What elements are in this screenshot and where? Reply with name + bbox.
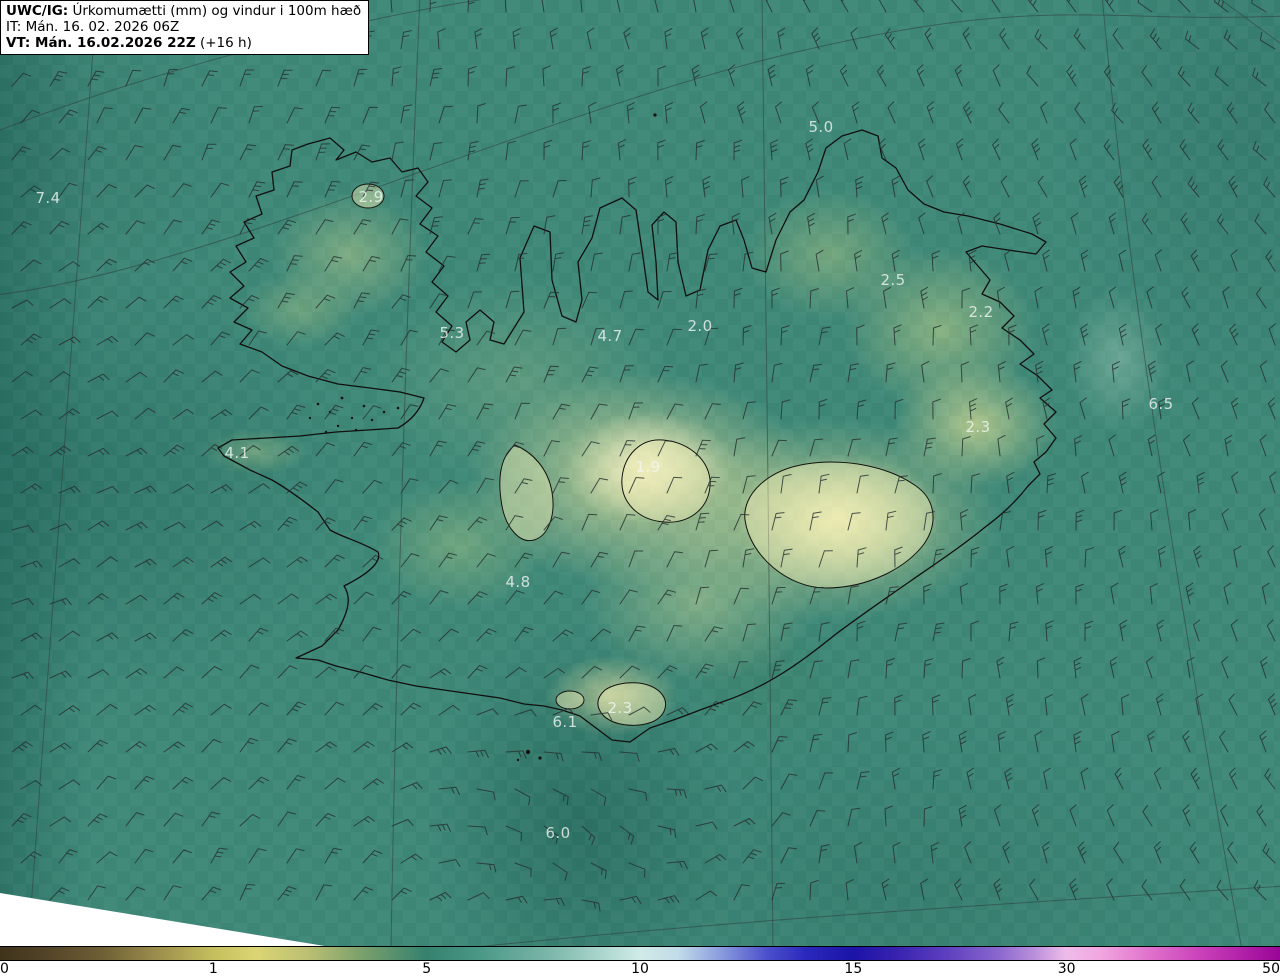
colorbar: 0 1 5 10 15 30 50 — [0, 946, 1280, 978]
colorbar-tick-label: 0 — [0, 961, 9, 977]
colorbar-tick-label: 10 — [631, 961, 649, 977]
iceland-coastline — [217, 129, 1057, 743]
valid-time-line: VT: Mán. 16.02.2026 22Z (+16 h) — [6, 35, 361, 51]
init-time-line: IT: Mán. 16. 02. 2026 06Z — [6, 19, 180, 35]
valid-time-bold: VT: Mán. 16.02.2026 22Z — [6, 35, 196, 51]
map-edge-cutout — [0, 893, 325, 946]
colorbar-gradient — [0, 946, 1280, 961]
title-box: UWC/IG: Úrkomumætti (mm) og vindur i 100… — [0, 0, 370, 55]
glacier-outline — [597, 682, 667, 726]
colorbar-ticks: 0 1 5 10 15 30 50 — [0, 961, 1280, 978]
colorbar-tick-label: 1 — [208, 961, 218, 977]
weather-map: 7.4 2.9 5.0 2.5 2.2 5.3 4.7 2.0 6.5 2.3 4.1 1.9 4.8 2… — [0, 0, 1280, 946]
valid-time-suffix: (+16 h) — [195, 35, 252, 51]
glacier-outline — [621, 439, 711, 523]
product-title-line: UWC/IG: Úrkomumætti (mm) og vindur i 100… — [6, 3, 361, 19]
islands — [308, 113, 657, 762]
glacier-outline — [555, 690, 585, 710]
glacier-outlines — [351, 183, 934, 726]
colorbar-tick-label: 50 — [1262, 961, 1280, 977]
parameter-title: Úrkomumætti (mm) og vindur i 100m hæð — [68, 3, 362, 19]
map-overlay-svg — [0, 0, 1280, 946]
colorbar-tick-label: 15 — [844, 961, 863, 977]
product-label: UWC/IG: — [6, 3, 69, 19]
colorbar-tick-label: 30 — [1057, 961, 1076, 977]
colorbar-tick-label: 5 — [422, 961, 432, 977]
weather-map-screen: 7.4 2.9 5.0 2.5 2.2 5.3 4.7 2.0 6.5 2.3 4.1 1.9 4.8 2… — [0, 0, 1280, 978]
